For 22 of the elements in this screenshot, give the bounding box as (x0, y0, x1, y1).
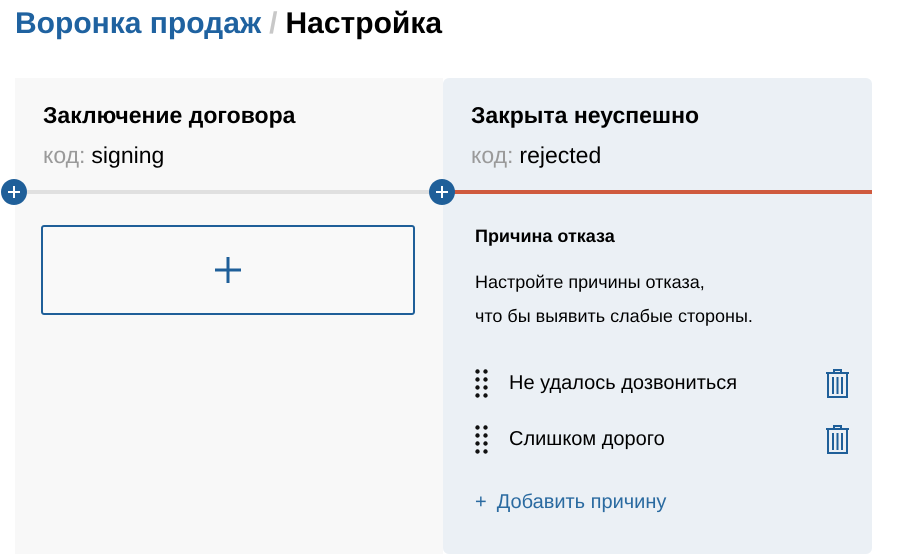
add-reason-link[interactable]: + Добавить причину (475, 489, 666, 515)
add-card-button[interactable] (41, 225, 415, 315)
trash-icon[interactable] (825, 368, 850, 398)
plus-icon (215, 257, 241, 283)
stage-code: signing (91, 141, 164, 170)
stage-code: rejected (519, 141, 602, 170)
stage-name: Заключение договора (43, 101, 296, 130)
add-stage-icon[interactable] (1, 179, 27, 205)
stage-name: Закрыта неуспешно (471, 101, 700, 130)
description-text: Настройте причины отказа, что бы выявить слабые стороны. (475, 271, 754, 328)
page-title: Настройка (286, 6, 442, 42)
add-stage-icon[interactable] (429, 179, 455, 205)
code-label: код: (43, 141, 86, 170)
breadcrumb-separator: / (269, 6, 278, 42)
drag-handle-icon[interactable] (475, 424, 488, 454)
code-label: код: (471, 141, 514, 170)
breadcrumb-link[interactable]: Воронка продаж (15, 6, 262, 42)
reason-text: Не удалось дозвониться (509, 371, 738, 396)
reason-text: Слишком дорого (509, 427, 666, 452)
trash-icon[interactable] (825, 424, 850, 454)
section-title: Причина отказа (475, 225, 615, 248)
drag-handle-icon[interactable] (475, 368, 488, 398)
